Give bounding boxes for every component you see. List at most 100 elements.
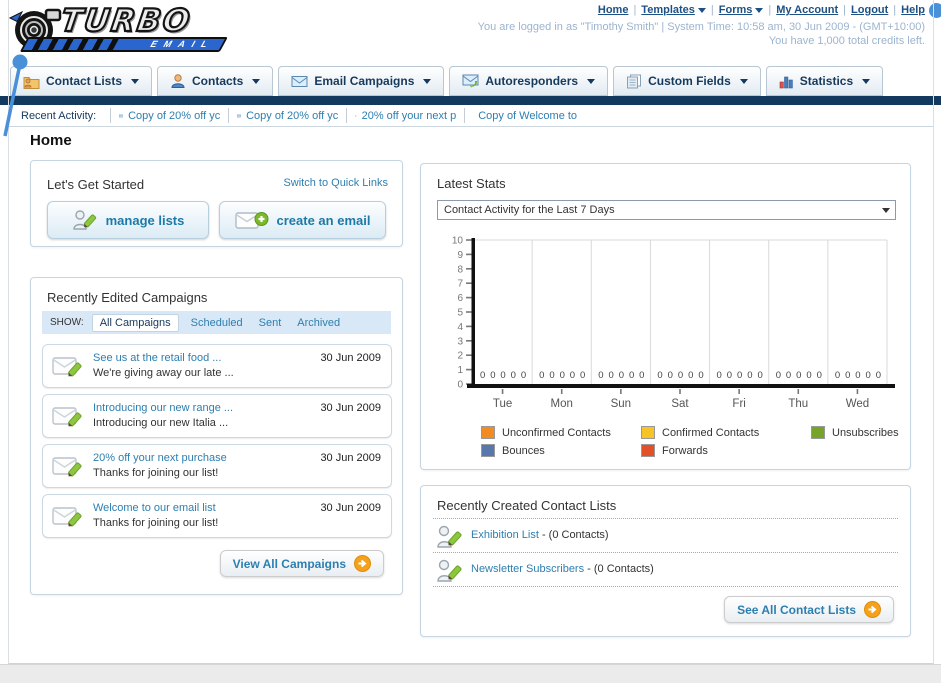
create-email-button[interactable]: create an email (219, 201, 386, 239)
svg-text:0: 0 (457, 380, 463, 391)
campaigns-filter-bar: SHOW: All Campaigns Scheduled Sent Archi… (42, 311, 391, 334)
svg-text:0: 0 (796, 370, 801, 381)
campaign-date: 30 Jun 2009 (320, 502, 381, 514)
svg-text:1: 1 (457, 365, 463, 376)
stats-dropdown[interactable]: Contact Activity for the Last 7 Days (437, 200, 896, 220)
envelope-pencil-icon (52, 357, 82, 377)
campaign-row[interactable]: Introducing our new range ... Introducin… (42, 394, 392, 438)
svg-text:3: 3 (457, 336, 463, 347)
divider (433, 552, 898, 553)
svg-text:0: 0 (480, 370, 485, 381)
filter-archived[interactable]: Archived (297, 317, 340, 329)
campaign-subtitle: Introducing our new Italia ... (93, 417, 229, 429)
svg-text:Sun: Sun (611, 398, 631, 410)
svg-text:0: 0 (806, 370, 811, 381)
svg-text:2: 2 (457, 351, 463, 362)
divider (433, 586, 898, 587)
contact-lists-title: Recently Created Contact Lists (437, 498, 617, 513)
svg-text:0: 0 (639, 370, 644, 381)
svg-text:0: 0 (727, 370, 732, 381)
campaign-row[interactable]: See us at the retail food ... We're givi… (42, 344, 392, 388)
legend-item: Confirmed Contacts (641, 426, 811, 439)
svg-text:0: 0 (500, 370, 505, 381)
svg-text:0: 0 (835, 370, 840, 381)
svg-text:0: 0 (876, 370, 881, 381)
contact-list-row[interactable]: Exhibition List - (0 Contacts) (435, 520, 898, 554)
person-pencil-icon (437, 559, 462, 582)
svg-text:0: 0 (539, 370, 544, 381)
envelope-pencil-icon (52, 407, 82, 427)
legend-swatch (481, 426, 495, 439)
arrow-circle-icon (864, 601, 881, 618)
svg-text:0: 0 (629, 370, 634, 381)
campaign-subtitle: Thanks for joining our list! (93, 517, 219, 529)
legend-item: Unsubscribes (811, 426, 941, 439)
legend-item: Unconfirmed Contacts (481, 426, 641, 439)
svg-text:0: 0 (688, 370, 693, 381)
campaign-subtitle: We're giving away our late ... (93, 367, 234, 379)
view-all-campaigns-button[interactable]: View All Campaigns (219, 550, 384, 577)
filter-scheduled[interactable]: Scheduled (191, 317, 243, 329)
svg-text:0: 0 (570, 370, 575, 381)
svg-text:0: 0 (549, 370, 554, 381)
get-started-panel: Let's Get Started Switch to Quick Links … (30, 160, 403, 247)
arrow-circle-icon (354, 555, 371, 572)
svg-text:0: 0 (866, 370, 871, 381)
envelope-pencil-icon (52, 507, 82, 527)
svg-text:0: 0 (560, 370, 565, 381)
svg-text:0: 0 (717, 370, 722, 381)
contact-activity-chart: 0123456789100 0 0 0 0Tue0 0 0 0 0Mon0 0 0 0 0Sun0 0 0 0… (452, 236, 895, 410)
svg-text:0: 0 (657, 370, 662, 381)
svg-text:0: 0 (619, 370, 624, 381)
campaign-title-link[interactable]: Welcome to our email list (93, 502, 216, 514)
svg-text:0: 0 (678, 370, 683, 381)
campaign-title-link[interactable]: See us at the retail food ... (93, 352, 221, 364)
campaign-date: 30 Jun 2009 (320, 402, 381, 414)
campaign-row[interactable]: 20% off your next purchase Thanks for jo… (42, 444, 392, 488)
legend-swatch (481, 444, 495, 457)
manage-lists-button[interactable]: manage lists (47, 201, 209, 239)
svg-text:0: 0 (776, 370, 781, 381)
filter-all-campaigns[interactable]: All Campaigns (91, 313, 179, 332)
switch-to-quick-links[interactable]: Switch to Quick Links (283, 177, 388, 189)
svg-text:5: 5 (457, 308, 463, 319)
legend-item: Forwards (641, 444, 811, 457)
divider (433, 518, 898, 519)
svg-text:0: 0 (855, 370, 860, 381)
legend-swatch (641, 444, 655, 457)
contact-list-link[interactable]: Newsletter Subscribers (471, 563, 584, 575)
legend-item: Bounces (481, 444, 641, 457)
campaign-row[interactable]: Welcome to our email list Thanks for joi… (42, 494, 392, 538)
campaign-subtitle: Thanks for joining our list! (93, 467, 219, 479)
svg-text:Wed: Wed (846, 398, 869, 410)
campaign-date: 30 Jun 2009 (320, 352, 381, 364)
svg-text:0: 0 (817, 370, 822, 381)
legend-swatch (641, 426, 655, 439)
envelope-pencil-icon (52, 457, 82, 477)
contact-list-link[interactable]: Exhibition List (471, 529, 539, 541)
filter-sent[interactable]: Sent (259, 317, 282, 329)
get-started-title: Let's Get Started (47, 177, 145, 192)
svg-text:0: 0 (668, 370, 673, 381)
turbo-email-dashboard: TURBO EMAIL Home | Templates | Forms | My Acco… (0, 0, 941, 683)
svg-text:0: 0 (757, 370, 762, 381)
contact-list-row[interactable]: Newsletter Subscribers - (0 Contacts) (435, 554, 898, 588)
svg-text:Fri: Fri (732, 398, 745, 410)
chart-legend: Unconfirmed Contacts Confirmed Contacts … (481, 426, 941, 457)
svg-text:Sat: Sat (671, 398, 689, 410)
legend-swatch (811, 426, 825, 439)
svg-text:0: 0 (845, 370, 850, 381)
latest-stats-panel: Latest Stats Contact Activity for the La… (420, 163, 911, 470)
contact-lists-panel: Recently Created Contact Lists Exhibitio… (420, 485, 911, 637)
svg-text:0: 0 (511, 370, 516, 381)
svg-text:7: 7 (457, 279, 463, 290)
svg-text:0: 0 (747, 370, 752, 381)
campaign-title-link[interactable]: Introducing our new range ... (93, 402, 233, 414)
svg-text:0: 0 (490, 370, 495, 381)
campaign-title-link[interactable]: 20% off your next purchase (93, 452, 227, 464)
see-all-contact-lists-button[interactable]: See All Contact Lists (724, 596, 894, 623)
svg-text:0: 0 (786, 370, 791, 381)
person-pencil-icon (72, 210, 96, 230)
page-title: Home (30, 132, 72, 149)
svg-text:10: 10 (452, 236, 464, 247)
